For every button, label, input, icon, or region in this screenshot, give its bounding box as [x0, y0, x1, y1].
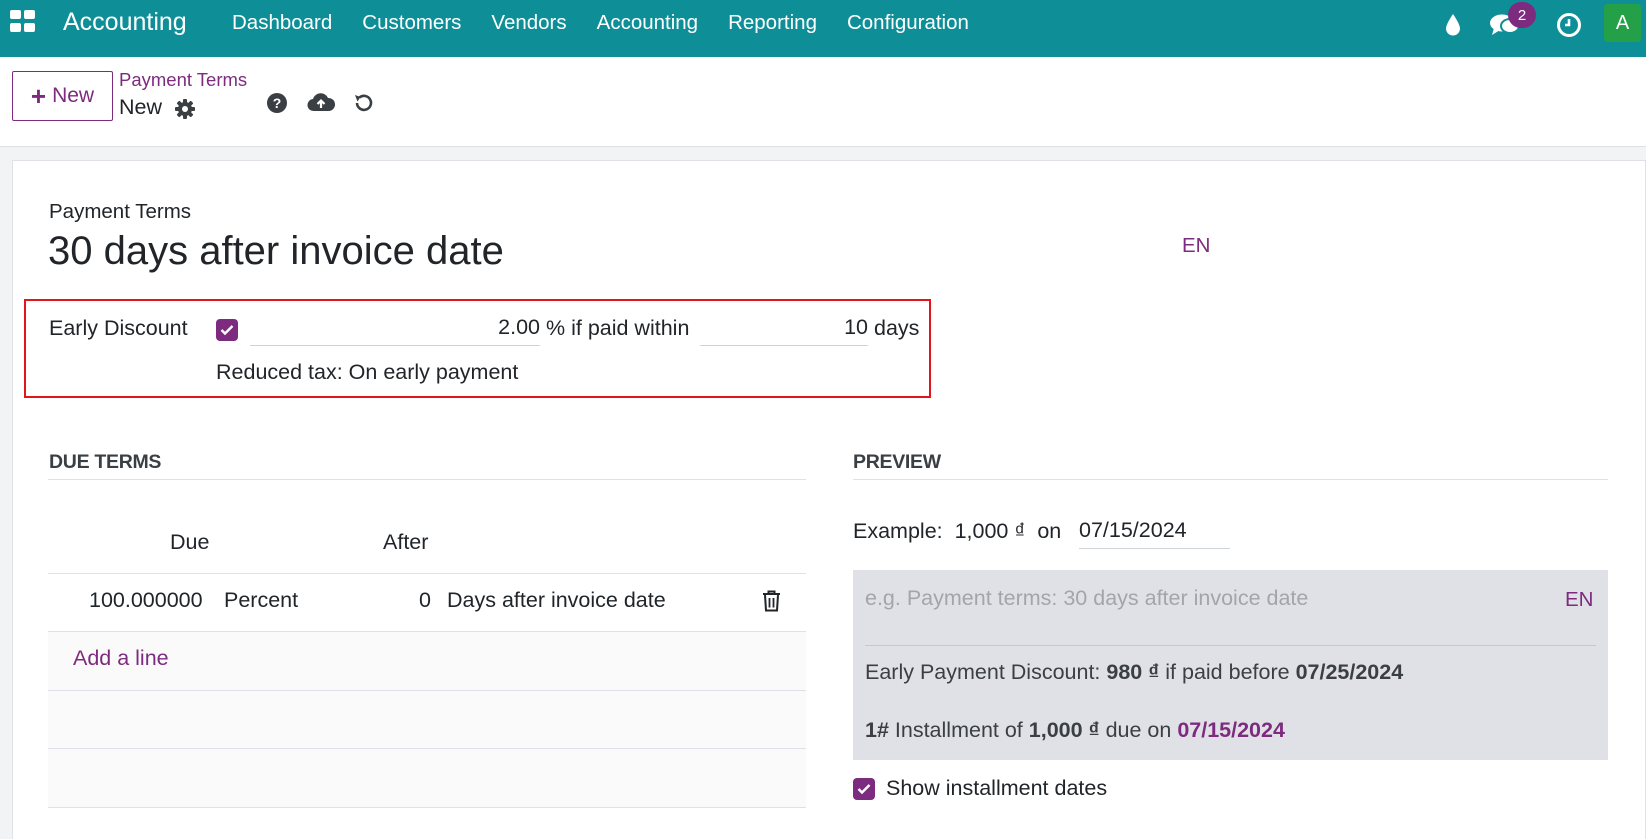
preview-language-button[interactable]: EN — [1565, 588, 1593, 612]
installment-label: Installment of — [894, 718, 1023, 742]
user-avatar[interactable]: A — [1604, 4, 1641, 42]
plus-icon: + — [30, 81, 47, 111]
column-due[interactable]: Due — [170, 530, 209, 555]
example-line: Example: 1,000 ₫ on — [853, 519, 1067, 544]
table-header-line — [48, 573, 806, 574]
gear-icon[interactable] — [173, 97, 197, 121]
discard-icon[interactable] — [351, 91, 375, 115]
control-panel: + New Payment Terms New ? — [0, 57, 1646, 147]
installment-amount: 1,000 ₫ — [1028, 718, 1100, 742]
menu-vendors[interactable]: Vendors — [491, 11, 566, 35]
check-icon — [857, 784, 871, 795]
example-label: Example: — [853, 519, 943, 543]
new-button[interactable]: + New — [12, 71, 113, 121]
show-installment-dates-checkbox[interactable] — [853, 778, 875, 800]
trash-icon[interactable] — [762, 590, 781, 617]
percent-suffix: % if paid within — [546, 316, 690, 340]
discount-percent-input[interactable]: 2.00 — [250, 313, 540, 346]
installment-line: 1# Installment of 1,000 ₫ due on 07/15/2… — [865, 718, 1285, 743]
empty-row — [48, 691, 806, 748]
breadcrumb[interactable]: Payment Terms — [119, 69, 247, 91]
example-on-label: on — [1037, 519, 1062, 543]
menu-dashboard[interactable]: Dashboard — [232, 11, 332, 35]
help-icon[interactable]: ? — [265, 91, 289, 115]
after-type-cell[interactable]: Days after invoice date — [447, 588, 666, 613]
preview-title: PREVIEW — [853, 451, 941, 473]
menu-accounting[interactable]: Accounting — [597, 11, 698, 35]
early-discount-label: Early Discount — [49, 316, 188, 340]
discount-mid: if paid before — [1165, 660, 1290, 684]
column-after[interactable]: After — [383, 530, 428, 555]
installment-date: 07/15/2024 — [1177, 718, 1285, 742]
clock-icon[interactable] — [1556, 12, 1582, 38]
main-menu: Dashboard Customers Vendors Accounting R… — [232, 11, 999, 35]
discount-days-input[interactable]: 10 — [700, 313, 868, 346]
preview-separator — [853, 479, 1608, 480]
add-a-line-link[interactable]: Add a line — [73, 646, 169, 671]
discount-label: Early Payment Discount: — [865, 660, 1101, 684]
early-discount-checkbox[interactable] — [216, 319, 238, 341]
apps-menu-icon[interactable] — [10, 10, 36, 32]
top-navbar: Accounting Dashboard Customers Vendors A… — [0, 0, 1646, 57]
early-payment-discount-line: Early Payment Discount: 980 ₫ if paid be… — [865, 660, 1403, 685]
payment-term-title[interactable]: 30 days after invoice date — [48, 229, 504, 274]
discount-amount: 980 ₫ — [1106, 660, 1160, 684]
due-terms-separator — [48, 479, 806, 480]
due-type-cell[interactable]: Percent — [224, 588, 298, 613]
due-value-cell[interactable]: 100.000000 — [89, 588, 203, 613]
preview-box-separator — [865, 645, 1596, 646]
menu-reporting[interactable]: Reporting — [728, 11, 817, 35]
show-installment-dates-label[interactable]: Show installment dates — [886, 776, 1107, 801]
installment-number: 1# — [865, 718, 889, 742]
language-button[interactable]: EN — [1182, 234, 1210, 258]
example-amount-input[interactable]: 1,000 ₫ — [955, 519, 1026, 543]
after-value-cell[interactable]: 0 — [419, 588, 431, 613]
empty-row — [48, 749, 806, 807]
discount-date: 07/25/2024 — [1295, 660, 1404, 684]
due-terms-title: DUE TERMS — [49, 451, 162, 473]
new-button-label: New — [52, 84, 95, 107]
message-count-badge: 2 — [1508, 2, 1536, 28]
days-suffix: days — [874, 316, 920, 340]
example-date-input[interactable]: 07/15/2024 — [1079, 516, 1230, 549]
form-model-label: Payment Terms — [49, 200, 192, 223]
menu-configuration[interactable]: Configuration — [847, 11, 969, 35]
installment-mid: due on — [1105, 718, 1172, 742]
menu-customers[interactable]: Customers — [362, 11, 461, 35]
record-name: New — [119, 95, 163, 119]
svg-text:?: ? — [273, 95, 282, 111]
check-icon — [220, 325, 234, 336]
app-brand[interactable]: Accounting — [63, 8, 187, 37]
save-cloud-icon[interactable] — [307, 91, 335, 115]
reduced-tax-field[interactable]: Reduced tax: On early payment — [216, 360, 518, 385]
table-row-line — [48, 807, 806, 808]
payment-note-input[interactable]: e.g. Payment terms: 30 days after invoic… — [865, 586, 1308, 611]
drop-icon[interactable] — [1440, 12, 1466, 38]
